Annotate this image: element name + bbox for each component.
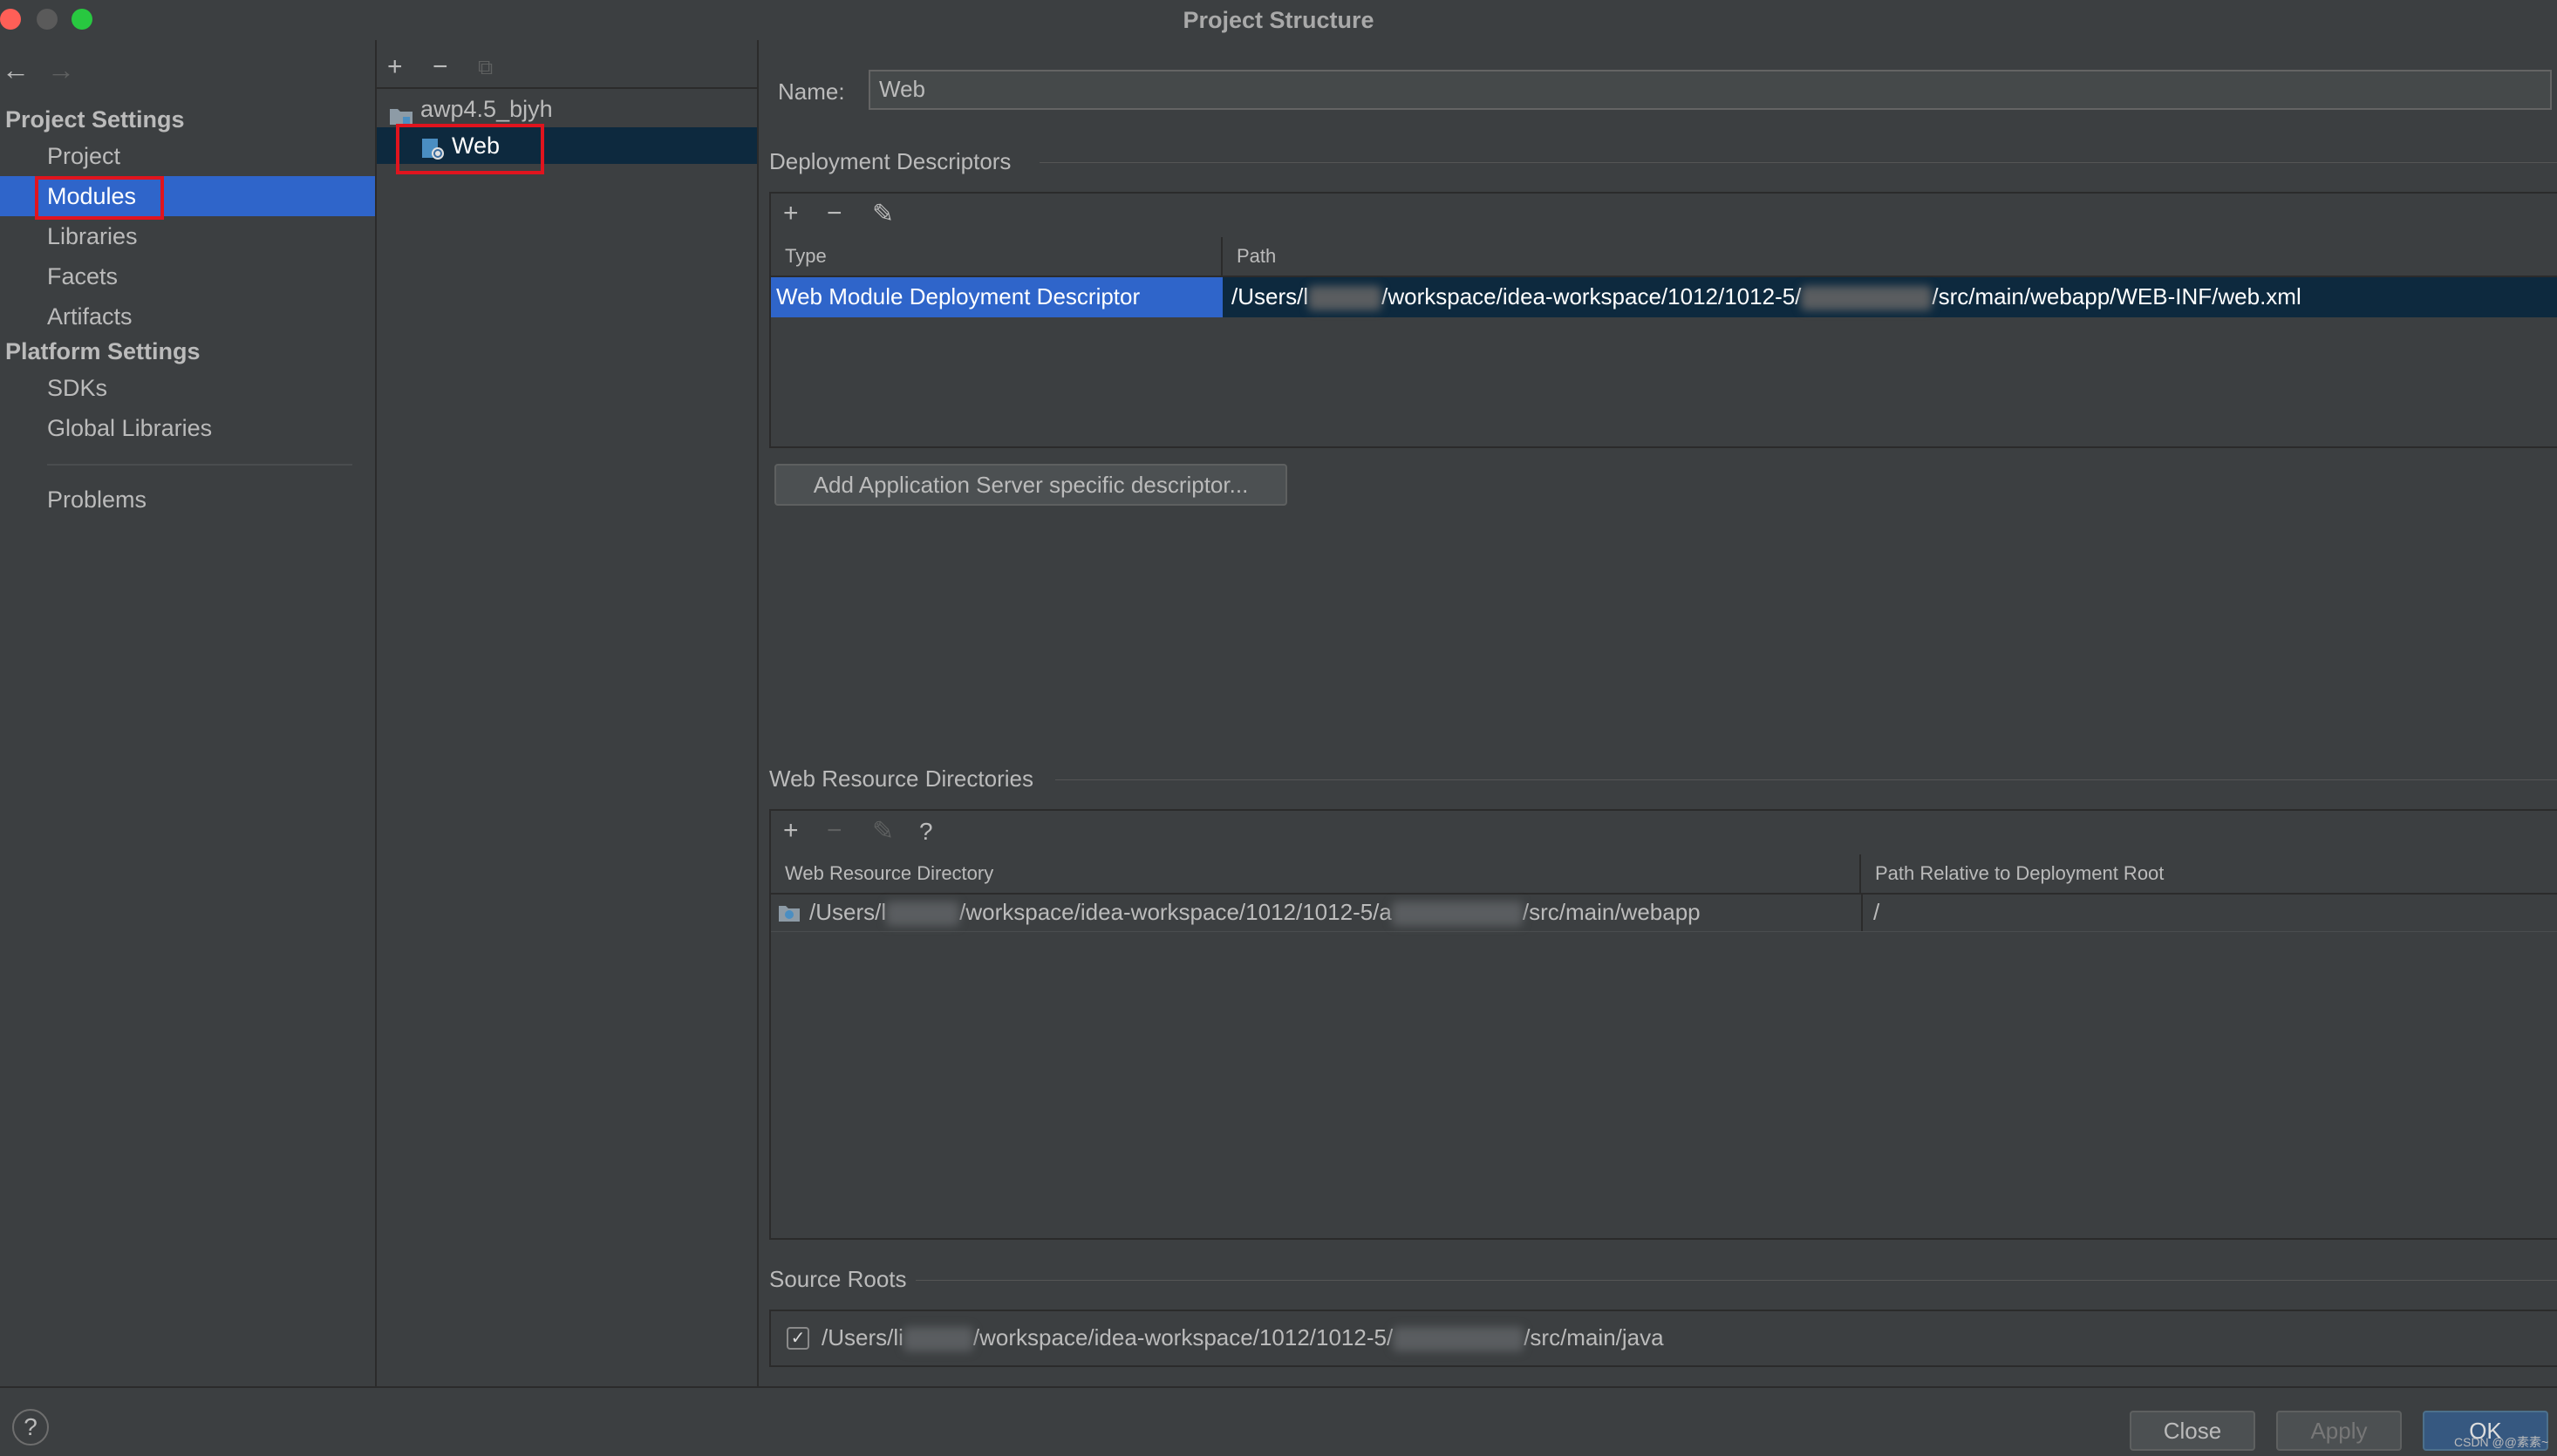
table-row[interactable]: /Users/l/workspace/idea-workspace/1012/1… bbox=[771, 895, 2557, 932]
column-divider bbox=[1861, 895, 1863, 931]
web-resource-directories-heading: Web Resource Directories bbox=[769, 765, 1033, 792]
edit-directory-button[interactable]: ✎ bbox=[872, 816, 894, 847]
path-segment: /src/main/webapp/WEB-INF/web.xml bbox=[1932, 283, 2301, 310]
title-bar: Project Structure bbox=[0, 0, 2557, 40]
dialog-footer: ? Close Apply OK CSDN @@素素~ bbox=[0, 1386, 2557, 1456]
facet-settings-panel: Name: Web Deployment Descriptors + − ✎ T… bbox=[759, 40, 2557, 1386]
relative-path-cell[interactable]: / bbox=[1873, 893, 1879, 931]
add-directory-button[interactable]: + bbox=[783, 816, 799, 846]
sidebar-item-label: Problems bbox=[47, 486, 147, 513]
tree-item-root-module[interactable]: awp4.5_bjyh bbox=[377, 91, 757, 127]
path-segment: /Users/l bbox=[809, 899, 887, 925]
folder-icon bbox=[389, 99, 413, 125]
sidebar-item-libraries[interactable]: Libraries bbox=[0, 216, 375, 256]
sidebar-item-artifacts[interactable]: Artifacts bbox=[0, 296, 375, 337]
sidebar-item-problems[interactable]: Problems bbox=[0, 480, 375, 520]
settings-sidebar: ← → Project Settings Project Modules Lib… bbox=[0, 40, 377, 1386]
web-resource-toolbar: + − ✎ ? bbox=[771, 811, 2557, 856]
source-root-path: /Users/li/workspace/idea-workspace/1012/… bbox=[822, 1318, 1664, 1357]
modules-highlight-box bbox=[35, 176, 164, 220]
path-segment: /workspace/idea-workspace/1012/1012-5/ bbox=[1381, 283, 1802, 310]
sidebar-item-label: Global Libraries bbox=[47, 415, 213, 441]
platform-settings-heading: Platform Settings bbox=[5, 338, 201, 364]
sidebar-item-global-libraries[interactable]: Global Libraries bbox=[0, 408, 375, 448]
descriptor-table-header: Type Path bbox=[771, 237, 2557, 277]
add-module-button[interactable]: + bbox=[387, 52, 403, 82]
section-divider bbox=[1055, 779, 2557, 780]
web-resource-directories-table: + − ✎ ? Web Resource Directory Path Rela… bbox=[769, 809, 2557, 1240]
sidebar-item-sdks[interactable]: SDKs bbox=[0, 368, 375, 408]
column-header-web-resource-directory[interactable]: Web Resource Directory bbox=[771, 854, 1861, 893]
edit-descriptor-button[interactable]: ✎ bbox=[872, 199, 894, 229]
name-field[interactable]: Web bbox=[869, 70, 2552, 110]
add-server-descriptor-button[interactable]: Add Application Server specific descript… bbox=[774, 464, 1287, 506]
path-segment: /Users/l bbox=[1231, 283, 1309, 310]
web-folder-icon bbox=[778, 901, 801, 922]
redacted-project bbox=[1393, 1327, 1524, 1352]
back-arrow-icon[interactable]: ← bbox=[2, 54, 30, 86]
path-segment: /workspace/idea-workspace/1012/1012-5/ bbox=[972, 1324, 1394, 1351]
copy-module-button[interactable]: ⧉ bbox=[478, 56, 493, 80]
window-title: Project Structure bbox=[1183, 7, 1374, 33]
descriptor-path-cell[interactable]: /Users/l/workspace/idea-workspace/1012/1… bbox=[1223, 277, 2557, 317]
help-button[interactable]: ? bbox=[12, 1409, 49, 1446]
table-row[interactable]: Web Module Deployment Descriptor /Users/… bbox=[771, 277, 2557, 317]
redacted-project bbox=[1801, 286, 1933, 311]
path-segment: /src/main/webapp bbox=[1522, 899, 1701, 925]
name-label: Name: bbox=[778, 78, 845, 105]
tree-toolbar-divider bbox=[377, 87, 757, 89]
sidebar-item-label: Project bbox=[47, 143, 121, 169]
section-divider bbox=[916, 1280, 2557, 1281]
remove-module-button[interactable]: − bbox=[433, 52, 448, 82]
redacted-username bbox=[1308, 286, 1382, 311]
redacted-username bbox=[903, 1327, 973, 1352]
path-segment: /src/main/java bbox=[1524, 1324, 1664, 1351]
source-roots-heading: Source Roots bbox=[769, 1266, 907, 1292]
module-tree-panel: + − ⧉ awp4.5_bjyh Web bbox=[377, 40, 759, 1386]
path-segment: /Users/li bbox=[822, 1324, 903, 1351]
column-header-path[interactable]: Path bbox=[1223, 237, 1276, 276]
redacted-username bbox=[886, 901, 960, 927]
close-button[interactable]: Close bbox=[2130, 1411, 2255, 1451]
sidebar-item-label: Facets bbox=[47, 263, 119, 289]
source-roots-list: ✓ /Users/li/workspace/idea-workspace/101… bbox=[769, 1310, 2557, 1367]
web-resource-table-header: Web Resource Directory Path Relative to … bbox=[771, 854, 2557, 895]
sidebar-item-project[interactable]: Project bbox=[0, 136, 375, 176]
sidebar-item-label: SDKs bbox=[47, 375, 108, 401]
path-segment: /workspace/idea-workspace/1012/1012-5/a bbox=[959, 899, 1392, 925]
redacted-project bbox=[1391, 901, 1523, 927]
tree-item-label: awp4.5_bjyh bbox=[420, 96, 553, 122]
add-descriptor-button[interactable]: + bbox=[783, 199, 799, 228]
section-divider bbox=[1040, 162, 2557, 163]
remove-descriptor-button[interactable]: − bbox=[827, 199, 842, 228]
watermark: CSDN @@素素~ bbox=[2454, 1435, 2549, 1449]
descriptor-type-cell[interactable]: Web Module Deployment Descriptor bbox=[771, 277, 1223, 317]
sidebar-item-label: Libraries bbox=[47, 223, 138, 249]
web-resource-directory-cell[interactable]: /Users/l/workspace/idea-workspace/1012/1… bbox=[809, 893, 1701, 931]
column-header-relative-path[interactable]: Path Relative to Deployment Root bbox=[1861, 854, 2164, 893]
sidebar-item-label: Artifacts bbox=[47, 303, 133, 330]
sidebar-item-facets[interactable]: Facets bbox=[0, 256, 375, 296]
remove-directory-button[interactable]: − bbox=[827, 816, 842, 846]
help-icon[interactable]: ? bbox=[919, 818, 933, 846]
web-highlight-box bbox=[396, 124, 544, 174]
forward-arrow-icon[interactable]: → bbox=[47, 54, 75, 86]
deployment-descriptors-table: + − ✎ Type Path Web Module Deployment De… bbox=[769, 192, 2557, 448]
apply-button[interactable]: Apply bbox=[2276, 1411, 2402, 1451]
project-settings-heading: Project Settings bbox=[5, 106, 185, 133]
column-header-type[interactable]: Type bbox=[771, 237, 1223, 276]
source-root-checkbox[interactable]: ✓ bbox=[787, 1327, 809, 1350]
deployment-descriptors-heading: Deployment Descriptors bbox=[769, 148, 1012, 174]
sidebar-divider bbox=[47, 464, 352, 466]
descriptor-toolbar: + − ✎ bbox=[771, 194, 2557, 239]
